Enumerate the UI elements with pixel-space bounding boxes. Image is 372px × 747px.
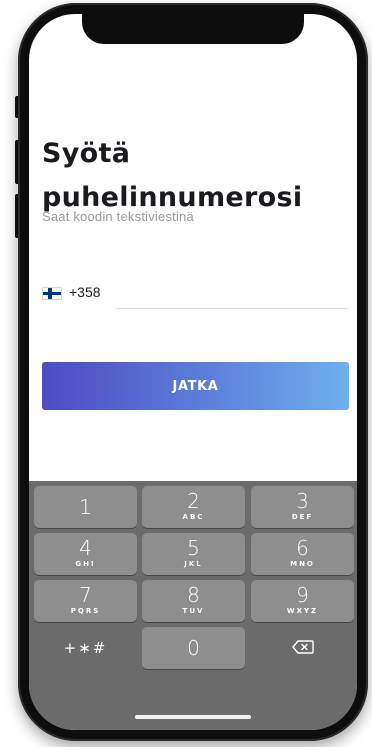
key-digit: 3 bbox=[296, 489, 309, 513]
key-5[interactable]: 5 JKL bbox=[142, 533, 245, 575]
finland-flag-icon[interactable] bbox=[42, 287, 62, 300]
key-letters: ABC bbox=[182, 513, 205, 521]
key-letters: MNO bbox=[290, 560, 315, 568]
key-symbols[interactable]: +∗# bbox=[34, 627, 137, 669]
phone-frame: Syötä puhelinnumerosi Saat koodin teksti… bbox=[18, 3, 368, 741]
continue-button[interactable]: JATKA bbox=[42, 362, 349, 410]
key-backspace[interactable] bbox=[251, 627, 354, 669]
key-digit: 0 bbox=[187, 636, 200, 660]
key-letters: TUV bbox=[182, 607, 205, 615]
key-digit: 9 bbox=[296, 583, 309, 607]
key-letters: PQRS bbox=[70, 607, 101, 615]
numeric-keypad: 1 2 ABC 3 DEF 4 GHI 5 JKL 6 MNO 7 PQRS 8… bbox=[29, 481, 357, 730]
key-digit: 5 bbox=[187, 536, 200, 560]
phone-number-input[interactable] bbox=[116, 282, 348, 309]
page-subtitle: Saat koodin tekstiviestinä bbox=[42, 209, 194, 224]
symbols-label: +∗# bbox=[63, 639, 108, 657]
key-letters: WXYZ bbox=[286, 607, 319, 615]
page-title: Syötä puhelinnumerosi bbox=[42, 138, 303, 213]
key-0[interactable]: 0 bbox=[142, 627, 245, 669]
key-6[interactable]: 6 MNO bbox=[251, 533, 354, 575]
key-2[interactable]: 2 ABC bbox=[142, 486, 245, 528]
key-4[interactable]: 4 GHI bbox=[34, 533, 137, 575]
country-code[interactable]: +358 bbox=[69, 284, 101, 300]
home-indicator[interactable] bbox=[135, 715, 251, 719]
notch bbox=[82, 14, 304, 44]
key-letters: JKL bbox=[184, 560, 203, 568]
key-letters: DEF bbox=[291, 513, 314, 521]
key-digit: 6 bbox=[296, 536, 309, 560]
phone-number-row: +358 bbox=[42, 282, 348, 309]
key-7[interactable]: 7 PQRS bbox=[34, 580, 137, 622]
key-digit: 1 bbox=[79, 495, 92, 519]
key-digit: 8 bbox=[187, 583, 200, 607]
key-digit: 4 bbox=[79, 536, 92, 560]
backspace-icon bbox=[291, 640, 314, 654]
key-1[interactable]: 1 bbox=[34, 486, 137, 528]
key-8[interactable]: 8 TUV bbox=[142, 580, 245, 622]
app-screenshot: Syötä puhelinnumerosi Saat koodin teksti… bbox=[0, 0, 372, 747]
key-3[interactable]: 3 DEF bbox=[251, 486, 354, 528]
key-digit: 2 bbox=[187, 489, 200, 513]
key-digit: 7 bbox=[79, 583, 92, 607]
phone-screen: Syötä puhelinnumerosi Saat koodin teksti… bbox=[29, 14, 357, 730]
key-letters: GHI bbox=[75, 560, 96, 568]
key-9[interactable]: 9 WXYZ bbox=[251, 580, 354, 622]
